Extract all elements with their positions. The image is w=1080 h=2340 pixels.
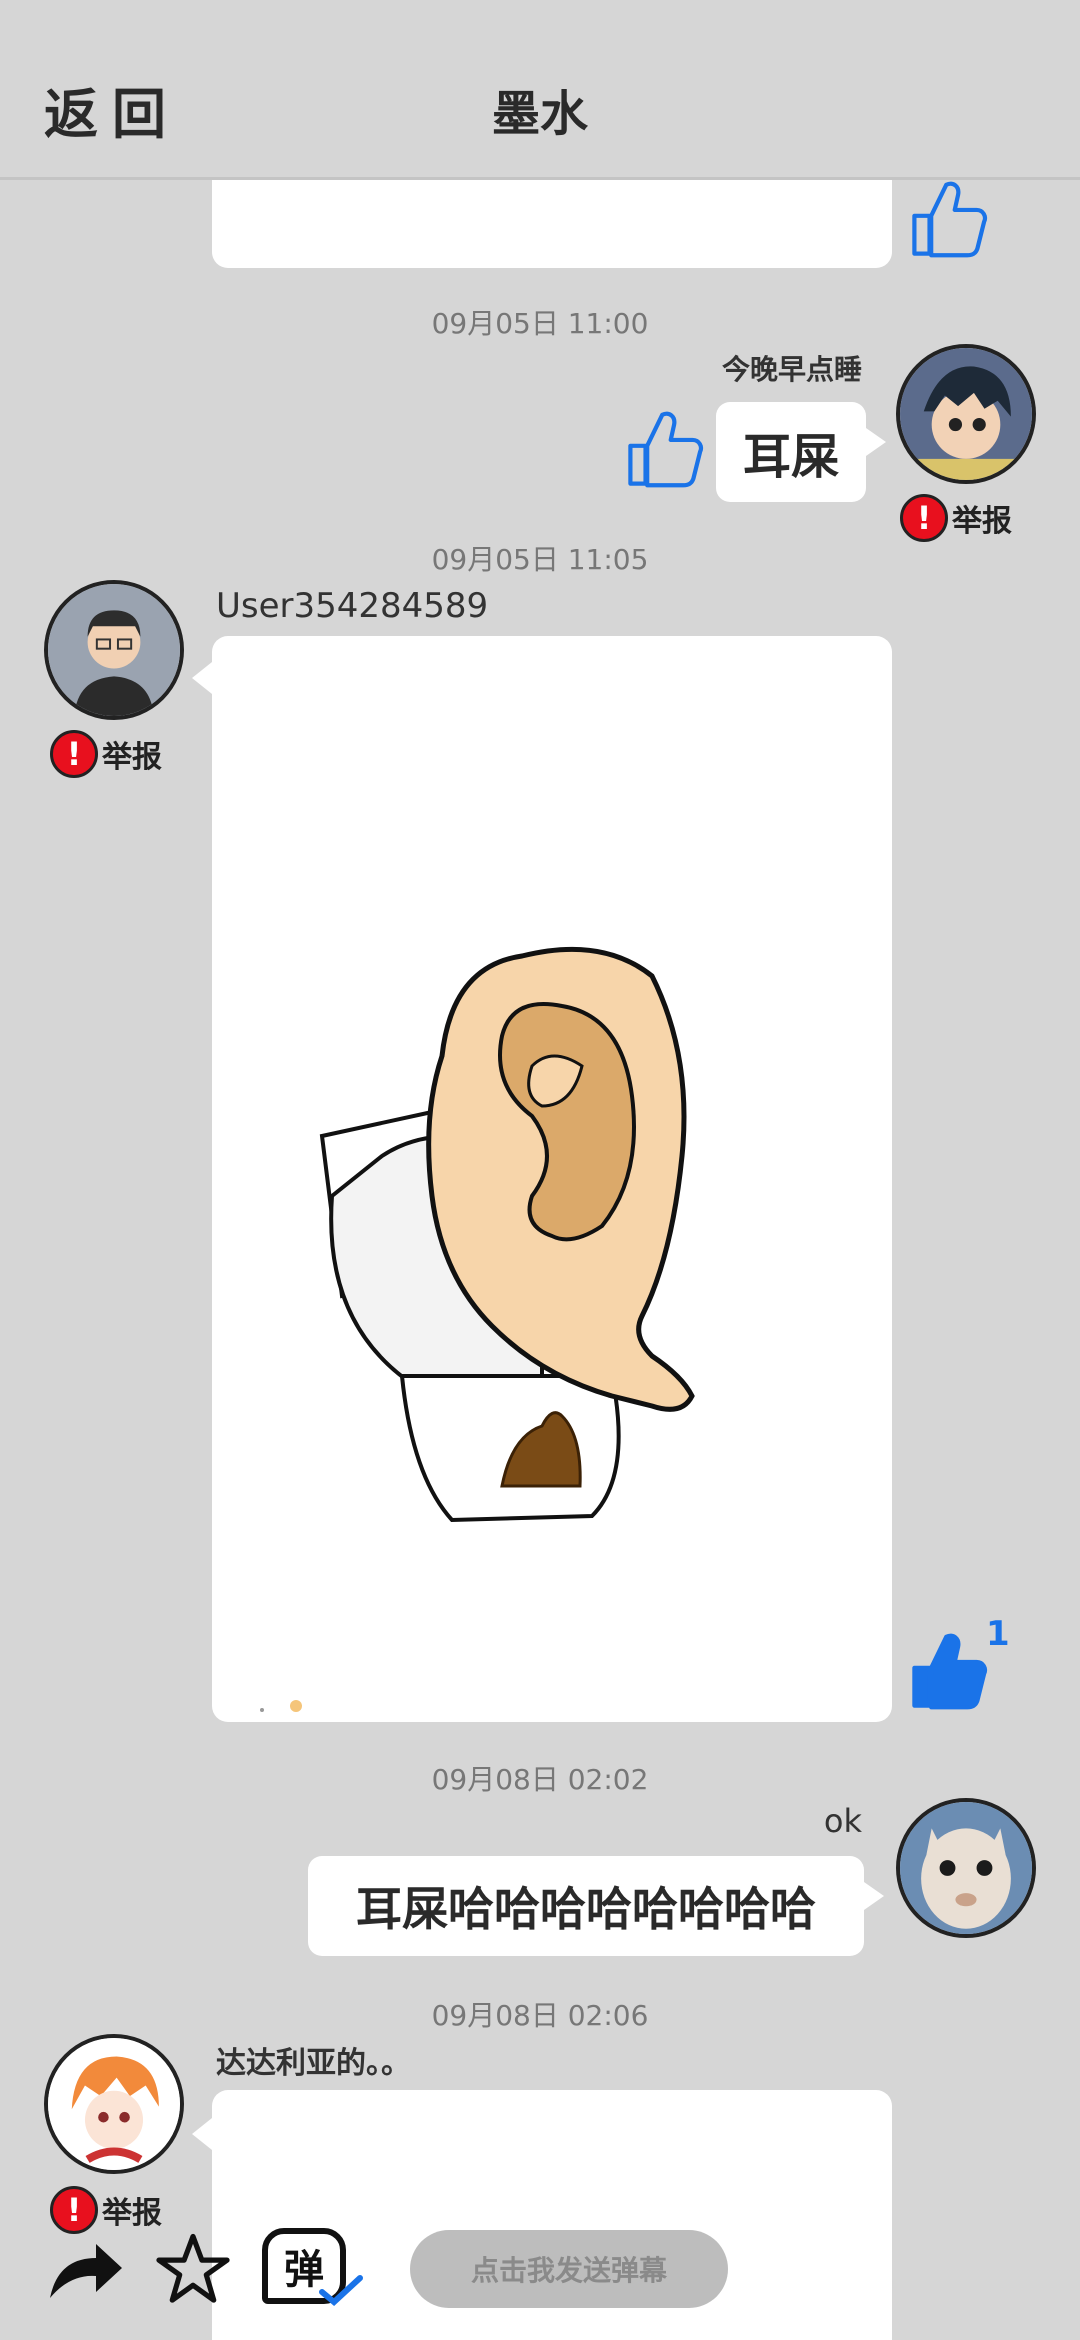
danmu-check-mark	[318, 2272, 364, 2310]
bubble-tail	[864, 1882, 884, 1910]
report-label: 举报	[102, 2196, 162, 2231]
thumbs-up-icon[interactable]	[622, 408, 706, 492]
ear-on-toilet-drawing	[260, 946, 695, 1712]
timestamp: 09月05日 11:05	[431, 543, 649, 576]
report-button[interactable]: ! 举报	[50, 730, 162, 778]
danmu-input[interactable]: 点击我发送弹幕	[410, 2230, 728, 2308]
exclamation-icon: !	[50, 730, 98, 778]
exclamation-icon: !	[900, 494, 948, 542]
avatar[interactable]	[44, 580, 184, 720]
author-name: 达达利亚的。。	[216, 2046, 411, 2081]
thumbs-up-icon-filled[interactable]	[906, 1630, 990, 1714]
page-title: 墨水	[491, 86, 588, 142]
report-button[interactable]: ! 举报	[900, 494, 1012, 542]
bubble-tail	[192, 2118, 212, 2150]
report-label: 举报	[102, 740, 162, 775]
exclamation-icon: !	[50, 2186, 98, 2234]
message-bubble[interactable]: 耳屎哈哈哈哈哈哈哈哈	[308, 1856, 864, 1956]
avatar[interactable]	[44, 2034, 184, 2174]
report-button[interactable]: ! 举报	[50, 2186, 162, 2234]
like-count: 1	[986, 1614, 1010, 1654]
timestamp: 09月08日 02:06	[431, 1999, 649, 2032]
avatar[interactable]	[896, 344, 1036, 484]
author-name: ok	[823, 1802, 862, 1840]
drawing-card[interactable]	[212, 636, 892, 1722]
star-icon[interactable]	[156, 2232, 230, 2310]
thumbs-up-icon[interactable]	[906, 178, 990, 262]
bubble-tail	[866, 428, 886, 456]
author-name: User354284589	[216, 586, 489, 626]
drawing-card-partial[interactable]	[212, 180, 892, 268]
timestamp: 09月05日 11:00	[431, 307, 649, 340]
bubble-tail	[192, 662, 212, 694]
message-bubble[interactable]: 耳屎	[716, 402, 866, 502]
author-name: 今晚早点睡	[721, 353, 862, 386]
share-arrow-icon[interactable]	[44, 2238, 126, 2308]
avatar[interactable]	[896, 1798, 1036, 1938]
report-label: 举报	[952, 504, 1012, 539]
timestamp: 09月08日 02:02	[431, 1763, 649, 1796]
